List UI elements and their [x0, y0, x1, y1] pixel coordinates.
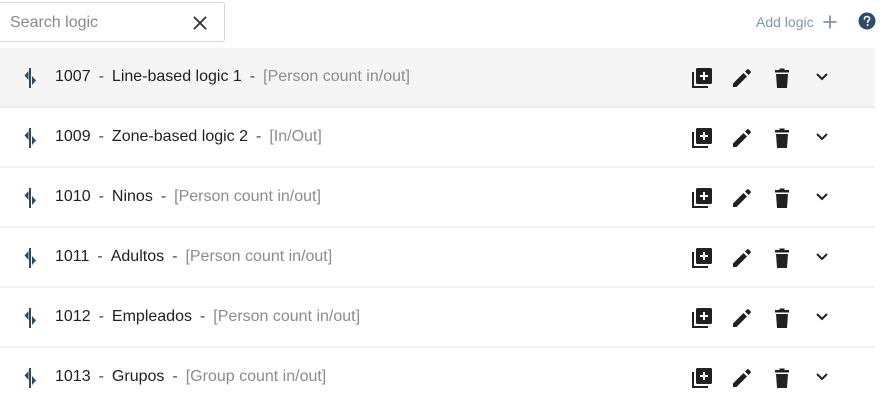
- search-input[interactable]: [10, 3, 180, 43]
- line-crossing-icon: [24, 366, 46, 390]
- logic-type: [In/Out]: [269, 128, 322, 145]
- separator: -: [256, 128, 262, 145]
- logic-type: [Group count in/out]: [185, 368, 327, 385]
- pencil-icon[interactable]: [731, 367, 753, 389]
- pencil-icon[interactable]: [731, 187, 753, 209]
- separator: -: [199, 308, 206, 325]
- trash-icon[interactable]: [771, 67, 793, 89]
- logic-name: Grupos: [111, 368, 165, 385]
- logic-list: 1007 - Line-based logic 1 - [Person coun…: [0, 48, 875, 405]
- pencil-icon[interactable]: [731, 127, 753, 149]
- logic-id: 1012: [55, 308, 91, 325]
- trash-icon[interactable]: [771, 307, 793, 329]
- add-logic-button[interactable]: Add logic: [756, 10, 838, 34]
- logic-type: [Person count in/out]: [185, 248, 333, 265]
- logic-name: Ninos: [111, 188, 153, 205]
- line-crossing-icon: [24, 126, 46, 150]
- separator: -: [98, 368, 104, 385]
- logic-page: Add logic 1007 - Line-based logic 1 -: [0, 0, 884, 405]
- trash-icon[interactable]: [771, 127, 793, 149]
- logic-row-text: 1013 - Grupos - [Group count in/out]: [55, 348, 326, 405]
- chevron-down-icon[interactable]: [811, 186, 833, 208]
- add-box-icon[interactable]: [691, 367, 713, 389]
- add-box-icon[interactable]: [691, 127, 713, 149]
- chevron-down-icon[interactable]: [811, 126, 833, 148]
- help-circle-icon[interactable]: [858, 12, 876, 30]
- logic-row[interactable]: 1011 - Adultos - [Person count in/out]: [0, 228, 875, 288]
- logic-row[interactable]: 1007 - Line-based logic 1 - [Person coun…: [0, 48, 875, 108]
- line-crossing-icon: [24, 246, 46, 270]
- line-crossing-icon: [24, 306, 46, 330]
- logic-id: 1007: [55, 68, 91, 85]
- separator: -: [160, 188, 167, 205]
- separator: -: [98, 188, 104, 205]
- logic-row-text: 1010 - Ninos - [Person count in/out]: [55, 168, 321, 226]
- pencil-icon[interactable]: [731, 307, 753, 329]
- add-box-icon[interactable]: [691, 187, 713, 209]
- search-box: [0, 2, 225, 43]
- chevron-down-icon[interactable]: [811, 366, 833, 388]
- separator: -: [172, 248, 178, 265]
- logic-row[interactable]: 1009 - Zone-based logic 2 - [In/Out]: [0, 108, 875, 168]
- logic-row[interactable]: 1012 - Empleados - [Person count in/out]: [0, 288, 875, 348]
- separator: -: [98, 128, 104, 145]
- separator: -: [249, 68, 256, 85]
- pencil-icon[interactable]: [731, 247, 753, 269]
- plus-icon: [822, 14, 838, 30]
- line-crossing-icon: [24, 186, 46, 210]
- logic-row-text: 1007 - Line-based logic 1 - [Person coun…: [55, 48, 410, 106]
- trash-icon[interactable]: [771, 187, 793, 209]
- line-crossing-icon: [24, 66, 46, 90]
- logic-row-text: 1011 - Adultos - [Person count in/out]: [55, 228, 332, 286]
- add-box-icon[interactable]: [691, 67, 713, 89]
- separator: -: [97, 248, 103, 265]
- logic-id: 1010: [55, 188, 91, 205]
- chevron-down-icon[interactable]: [811, 66, 833, 88]
- trash-icon[interactable]: [771, 367, 793, 389]
- logic-row[interactable]: 1010 - Ninos - [Person count in/out]: [0, 168, 875, 228]
- logic-id: 1009: [55, 128, 91, 145]
- chevron-down-icon[interactable]: [811, 246, 833, 268]
- logic-type: [Person count in/out]: [263, 68, 410, 85]
- clear-search-icon[interactable]: [192, 15, 208, 31]
- add-logic-label: Add logic: [756, 14, 814, 30]
- separator: -: [98, 308, 104, 325]
- logic-row[interactable]: 1013 - Grupos - [Group count in/out]: [0, 348, 875, 405]
- add-box-icon[interactable]: [691, 307, 713, 329]
- logic-name: Adultos: [110, 248, 165, 265]
- separator: -: [98, 68, 104, 85]
- pencil-icon[interactable]: [731, 67, 753, 89]
- add-box-icon[interactable]: [691, 247, 713, 269]
- logic-name: Empleados: [111, 308, 192, 325]
- trash-icon[interactable]: [771, 247, 793, 269]
- logic-row-text: 1012 - Empleados - [Person count in/out]: [55, 288, 360, 346]
- logic-id: 1013: [55, 368, 91, 385]
- logic-type: [Person count in/out]: [174, 188, 321, 205]
- logic-type: [Person count in/out]: [213, 308, 361, 325]
- logic-name: Zone-based logic 2: [111, 128, 249, 145]
- logic-name: Line-based logic 1: [111, 68, 242, 85]
- separator: -: [172, 368, 178, 385]
- chevron-down-icon[interactable]: [811, 306, 833, 328]
- logic-id: 1011: [55, 248, 90, 265]
- logic-row-text: 1009 - Zone-based logic 2 - [In/Out]: [55, 108, 322, 166]
